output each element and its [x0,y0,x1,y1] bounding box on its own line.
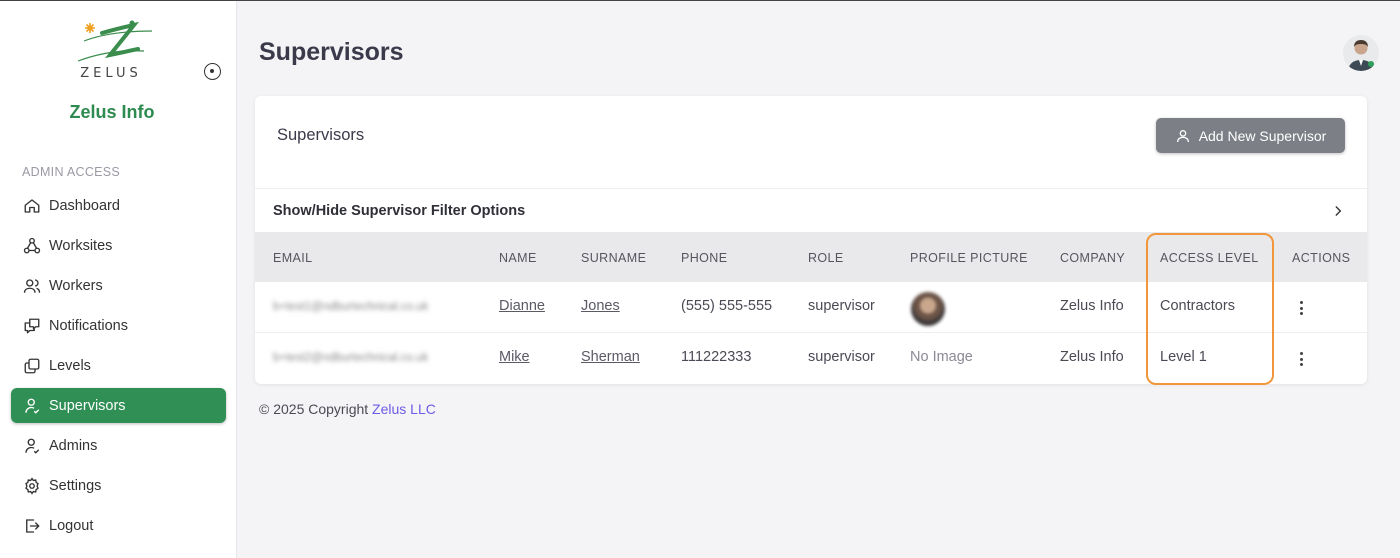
name-link[interactable]: Mike [499,349,530,365]
column-header-company[interactable]: COMPANY [1060,251,1125,265]
column-header-profile-picture: PROFILE PICTURE [910,251,1028,265]
table-row: b+test2@ndburtechnical.co.uk Mike Sherma… [255,333,1367,384]
section-label: ADMIN ACCESS [22,165,121,179]
zelus-logo-mark [77,20,153,62]
filter-toggle[interactable]: Show/Hide Supervisor Filter Options [255,188,1367,232]
user-check-icon [25,438,40,454]
add-new-supervisor-button[interactable]: Add New Supervisor [1156,118,1345,153]
sidebar-item-label: Supervisors [49,397,126,414]
users-icon [23,278,41,293]
sidebar-item-notifications[interactable]: Notifications [11,308,226,343]
sidebar-item-label: Dashboard [49,197,120,214]
company-cell: Zelus Info [1060,298,1124,314]
column-header-name[interactable]: NAME [499,251,537,265]
user-check-icon [25,398,40,414]
no-image-text: No Image [910,349,973,365]
filter-toggle-label: Show/Hide Supervisor Filter Options [273,202,526,219]
role-cell: supervisor [808,349,875,365]
sidebar-item-workers[interactable]: Workers [11,268,226,303]
column-header-role[interactable]: ROLE [808,251,844,265]
row-actions-kebab-icon[interactable] [1300,301,1304,315]
copy-icon [24,358,40,373]
sidebar-item-levels[interactable]: Levels [11,348,226,383]
access-level-cell: Contractors [1160,298,1235,314]
sidebar-item-label: Admins [49,437,98,454]
zelus-llc-link[interactable]: Zelus LLC [372,401,436,417]
access-level-cell: Level 1 [1160,349,1207,365]
sidebar-item-label: Logout [49,517,94,534]
supervisors-card: Supervisors Add New Supervisor Show/Hide… [255,96,1367,384]
column-header-phone[interactable]: PHONE [681,251,727,265]
user-icon [1176,129,1189,142]
zelus-logo[interactable]: ZELUS [66,19,156,81]
phone-cell: (555) 555-555 [681,298,773,314]
user-avatar[interactable] [1343,35,1379,71]
sidebar-item-supervisors[interactable]: Supervisors [11,388,226,423]
surname-link[interactable]: Jones [581,298,620,314]
column-header-actions: ACTIONS [1292,251,1351,265]
column-header-surname[interactable]: SURNAME [581,251,646,265]
sidebar-item-settings[interactable]: Settings [11,468,226,503]
sidebar-item-worksites[interactable]: Worksites [11,228,226,263]
row-actions-kebab-icon[interactable] [1300,352,1304,366]
chevron-right-icon [1335,206,1342,216]
copyright-text: © 2025 Copyright [259,401,369,417]
sidebar-nav: Dashboard Worksites Workers Notification… [11,188,226,548]
avatar-icon [1348,40,1374,71]
table-row: b+test1@ndburtechnical.co.uk Dianne Jone… [255,282,1367,333]
profile-picture [911,292,945,326]
page-title: Supervisors [259,38,404,66]
gear-icon [25,476,39,495]
home-icon [24,198,40,213]
surname-link[interactable]: Sherman [581,349,640,365]
sidebar-item-label: Settings [49,477,102,494]
company-cell: Zelus Info [1060,349,1124,365]
sidebar-item-label: Workers [49,277,103,294]
column-header-access-level[interactable]: ACCESS LEVEL [1160,251,1259,265]
sidebar-toggle-button[interactable] [204,63,221,80]
column-header-email[interactable]: EMAIL [273,251,313,265]
email-cell: b+test1@ndburtechnical.co.uk [273,301,429,313]
logout-icon [26,518,40,533]
sidebar-item-logout[interactable]: Logout [11,508,226,543]
role-cell: supervisor [808,298,875,314]
phone-cell: 111222333 [681,349,752,365]
logo-text: ZELUS [80,66,142,81]
sidebar-item-label: Levels [49,357,91,374]
card-title: Supervisors [277,126,365,144]
footer: © 2025 Copyright Zelus LLC [259,401,436,417]
sidebar-item-label: Notifications [49,317,128,334]
add-button-label: Add New Supervisor [1198,127,1327,144]
name-link[interactable]: Dianne [499,298,545,314]
table-header: EMAIL NAME SURNAME PHONE ROLE PROFILE PI… [255,232,1367,282]
chat-icon [24,318,40,333]
sidebar-item-dashboard[interactable]: Dashboard [11,188,226,223]
sidebar-item-admins[interactable]: Admins [11,428,226,463]
sidebar-item-label: Worksites [49,237,113,254]
sidebar: ZELUS Zelus Info ADMIN ACCESS Dashboard … [0,1,237,558]
email-cell: b+test2@ndburtechnical.co.uk [273,352,429,364]
brand-name: Zelus Info [69,102,155,122]
sitemap-icon [23,237,41,253]
